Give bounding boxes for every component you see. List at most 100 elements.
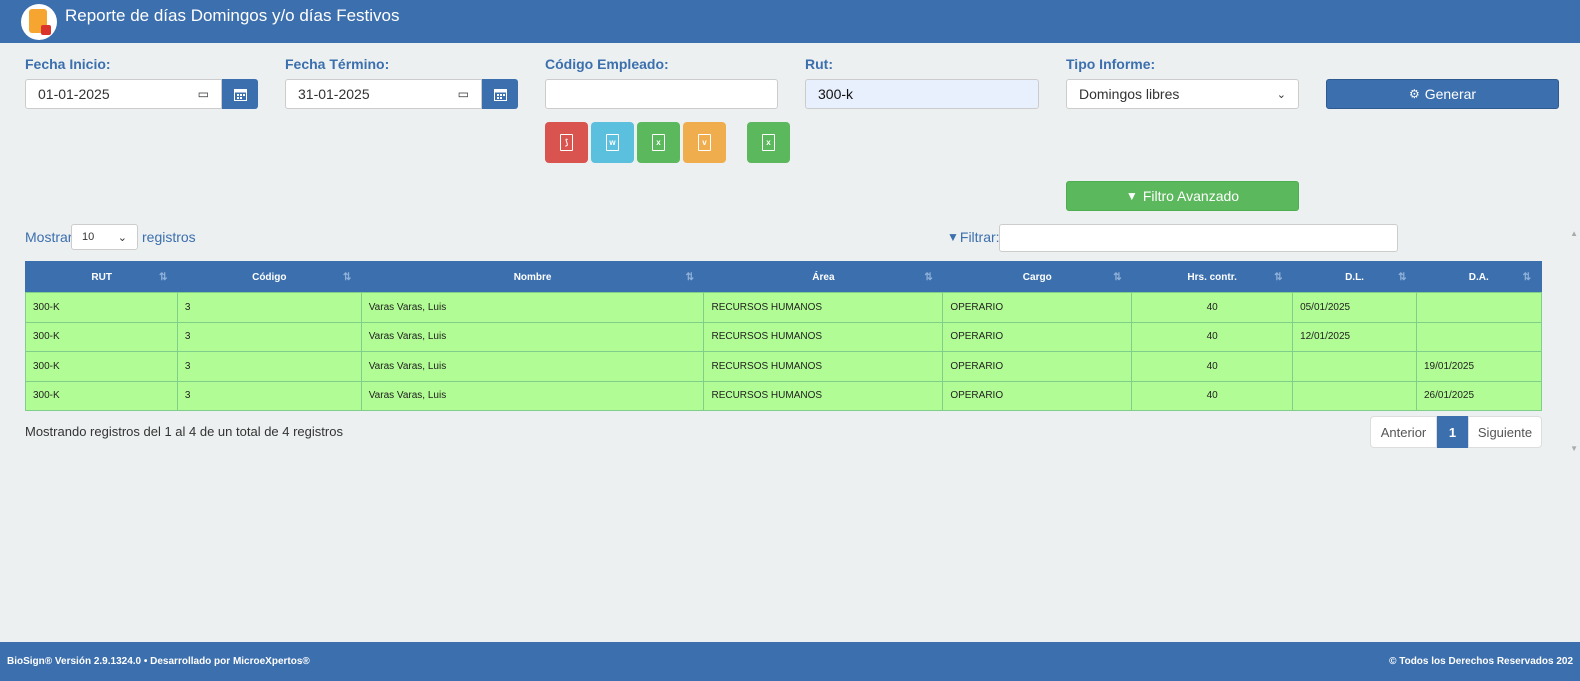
pagination-page-1[interactable]: 1 [1437,416,1468,448]
export-excel-button[interactable]: x [637,122,680,163]
fecha-termino-label: Fecha Término: [285,56,390,72]
calendar-icon [233,88,247,101]
export-word-button[interactable]: w [591,122,634,163]
cell-area: RECURSOS HUMANOS [703,351,944,382]
page-size-select[interactable]: 10 ⌄ [71,224,138,250]
fecha-inicio-input[interactable]: 01-01-2025 ▭ [25,79,222,109]
fecha-termino-input[interactable]: 31-01-2025 ▭ [285,79,482,109]
cell-cargo: OPERARIO [942,292,1133,323]
word-file-icon: w [606,134,619,151]
filter-icon: ▼ [1125,189,1138,203]
page-title: Reporte de días Domingos y/o días Festiv… [65,5,400,25]
pagination-prev-button[interactable]: Anterior [1370,416,1437,448]
generar-button-label: Generar [1424,86,1477,102]
cell-codigo: 3 [176,380,362,411]
cell-dl: 05/01/2025 [1292,292,1417,323]
column-header-rut[interactable]: RUT ⇅ [25,261,178,293]
filtrar-input[interactable] [999,224,1398,252]
column-header-da[interactable]: D.A. ⇅ [1416,261,1542,293]
cell-codigo: 3 [176,351,362,382]
cell-area: RECURSOS HUMANOS [703,321,944,352]
cell-hrs: 40 [1131,292,1294,323]
column-header-codigo[interactable]: Código ⇅ [177,261,362,293]
fecha-inicio-label: Fecha Inicio: [25,56,111,72]
fecha-termino-calendar-button[interactable] [482,79,518,109]
pagination-next-button[interactable]: Siguiente [1468,416,1542,448]
sort-icon: ⇅ [1398,272,1407,283]
calendar-icon [493,88,507,101]
app-footer: BioSign® Versión 2.9.1324.0 • Desarrolla… [0,642,1580,681]
footer-version: BioSign® Versión 2.9.1324.0 • Desarrolla… [7,656,310,667]
cell-area: RECURSOS HUMANOS [703,380,944,411]
export-csv-button[interactable]: v [683,122,726,163]
sort-icon: ⇅ [924,272,933,283]
pdf-file-icon: ⟆ [560,134,573,151]
cell-nombre: Varas Varas, Luis [360,292,705,323]
app-logo-icon [21,3,57,40]
table-row[interactable]: 300-K 3 Varas Varas, Luis RECURSOS HUMAN… [25,292,1542,323]
column-header-cargo[interactable]: Cargo ⇅ [942,261,1132,293]
app-header: Reporte de días Domingos y/o días Festiv… [0,0,1580,43]
column-header-hrs[interactable]: Hrs. contr. ⇅ [1131,261,1293,293]
table-row[interactable]: 300-K 3 Varas Varas, Luis RECURSOS HUMAN… [25,380,1542,411]
cell-hrs: 40 [1131,380,1294,411]
filter-icon: ▼ [947,230,959,244]
scroll-down-icon[interactable]: ▼ [1570,444,1578,453]
cell-cargo: OPERARIO [942,351,1133,382]
gears-icon: ⚙ [1408,87,1420,101]
scroll-up-icon[interactable]: ▲ [1570,229,1578,238]
codigo-empleado-label: Código Empleado: [545,56,669,72]
fecha-inicio-value: 01-01-2025 [38,86,110,102]
chevron-down-icon: ⌄ [117,231,127,244]
export-pdf-button[interactable]: ⟆ [545,122,588,163]
rut-label: Rut: [805,56,833,72]
generar-button[interactable]: ⚙ Generar [1326,79,1559,109]
rut-input[interactable]: 300-k [805,79,1039,109]
column-header-area[interactable]: Área ⇅ [703,261,943,293]
cell-cargo: OPERARIO [942,321,1133,352]
fecha-inicio-calendar-button[interactable] [222,79,258,109]
excel-file-icon: x [762,134,775,151]
cell-nombre: Varas Varas, Luis [360,321,705,352]
column-header-dl[interactable]: D.L. ⇅ [1292,261,1417,293]
cell-rut: 300-K [25,380,178,411]
tipo-informe-value: Domingos libres [1079,86,1180,102]
sort-icon: ⇅ [1274,272,1283,283]
cell-nombre: Varas Varas, Luis [360,380,705,411]
sort-asc-icon: ⇅ [159,272,168,283]
filtro-avanzado-button[interactable]: ▼ Filtro Avanzado [1066,181,1299,211]
tipo-informe-label: Tipo Informe: [1066,56,1156,72]
cell-codigo: 3 [176,292,362,323]
table-row[interactable]: 300-K 3 Varas Varas, Luis RECURSOS HUMAN… [25,351,1542,382]
calendar-picker-icon[interactable]: ▭ [458,87,469,101]
mostrar-label: Mostrar [25,229,73,245]
cell-rut: 300-K [25,292,178,323]
column-header-nombre[interactable]: Nombre ⇅ [361,261,704,293]
cell-da [1416,292,1542,323]
csv-file-icon: v [698,134,711,151]
cell-hrs: 40 [1131,351,1294,382]
report-table: RUT ⇅ Código ⇅ Nombre ⇅ Área ⇅ Cargo ⇅ Hrs. c… [25,261,1542,411]
cell-nombre: Varas Varas, Luis [360,351,705,382]
filtrar-label-group: ▼ Filtrar: [947,229,1000,245]
filtrar-label: Filtrar: [959,229,1000,245]
codigo-empleado-input[interactable] [545,79,778,109]
cell-dl [1292,351,1417,382]
table-row[interactable]: 300-K 3 Varas Varas, Luis RECURSOS HUMAN… [25,321,1542,352]
calendar-picker-icon[interactable]: ▭ [198,87,209,101]
page-size-value: 10 [82,231,95,243]
sort-icon: ⇅ [1522,272,1531,283]
tipo-informe-select[interactable]: Domingos libres ⌄ [1066,79,1299,109]
fecha-termino-value: 31-01-2025 [298,86,370,102]
cell-hrs: 40 [1131,321,1294,352]
excel-file-icon: x [652,134,665,151]
sort-icon: ⇅ [685,272,694,283]
export-excel-2-button[interactable]: x [747,122,790,163]
footer-copyright: © Todos los Derechos Reservados 202 [1389,656,1573,667]
sort-icon: ⇅ [1113,272,1122,283]
cell-area: RECURSOS HUMANOS [703,292,944,323]
cell-rut: 300-K [25,321,178,352]
cell-da: 19/01/2025 [1416,351,1542,382]
cell-da: 26/01/2025 [1416,380,1542,411]
pagination-info: Mostrando registros del 1 al 4 de un tot… [25,424,343,439]
